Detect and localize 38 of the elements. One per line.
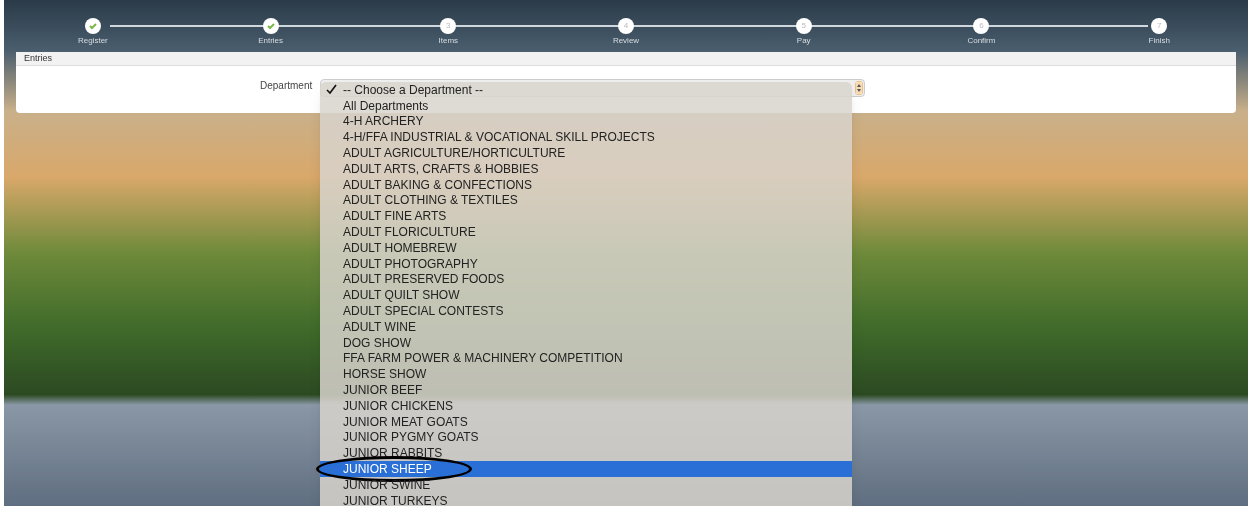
dropdown-option[interactable]: JUNIOR SWINE xyxy=(320,476,852,493)
dropdown-option[interactable]: JUNIOR MEAT GOATS xyxy=(320,413,852,430)
dropdown-option[interactable]: ADULT AGRICULTURE/HORTICULTURE xyxy=(320,145,852,161)
dropdown-option[interactable]: ADULT CLOTHING & TEXTILES xyxy=(320,192,852,209)
dropdown-option[interactable]: 4-H/FFA INDUSTRIAL & VOCATIONAL SKILL PROJECTS xyxy=(320,129,852,146)
checkmark-icon xyxy=(326,84,337,96)
dropdown-option[interactable]: ADULT BAKING & CONFECTIONS xyxy=(320,176,852,193)
dropdown-option[interactable]: ADULT HOMEBREW xyxy=(320,239,852,256)
stepper-icon xyxy=(855,81,863,95)
dropdown-option[interactable]: ADULT PHOTOGRAPHY xyxy=(320,255,852,272)
step-label: Register xyxy=(77,35,108,47)
step-label: Finish xyxy=(1148,35,1170,47)
dropdown-option[interactable]: -- Choose a Department -- xyxy=(320,82,852,98)
dropdown-option[interactable]: HORSE SHOW xyxy=(320,366,852,383)
dropdown-option[interactable]: ADULT WINE xyxy=(320,318,852,335)
dropdown-option[interactable]: 4-H ARCHERY xyxy=(320,113,852,130)
dropdown-option[interactable]: JUNIOR PYGMY GOATS xyxy=(320,429,852,446)
dropdown-option[interactable]: ADULT FLORICULTURE xyxy=(320,224,852,240)
step-label: Entries xyxy=(258,35,284,47)
dropdown-option[interactable]: ADULT PRESERVED FOODS xyxy=(320,271,852,288)
dropdown-option[interactable]: All Departments xyxy=(320,97,852,114)
dropdown-option[interactable]: JUNIOR SHEEP xyxy=(320,461,852,477)
step-label: Review xyxy=(612,35,640,47)
dropdown-option[interactable]: FFA FARM POWER & MACHINERY COMPETITION xyxy=(320,350,852,367)
dropdown-option[interactable]: JUNIOR CHICKENS xyxy=(320,397,852,414)
dropdown-option[interactable]: ADULT QUILT SHOW xyxy=(320,287,852,304)
step-label: Confirm xyxy=(967,35,996,47)
dropdown-option[interactable]: ADULT SPECIAL CONTESTS xyxy=(320,303,852,319)
dropdown-option[interactable]: DOG SHOW xyxy=(320,334,852,351)
dropdown-option[interactable]: JUNIOR RABBITS xyxy=(320,445,852,462)
dropdown-option[interactable]: JUNIOR BEEF xyxy=(320,382,852,398)
step-label: Items xyxy=(438,35,459,47)
dropdown-option[interactable]: JUNIOR TURKEYS xyxy=(320,492,852,506)
step-label: Pay xyxy=(796,35,811,47)
field-label: Department xyxy=(260,79,314,93)
panel-title: Entries xyxy=(24,51,52,65)
dropdown-option[interactable]: ADULT FINE ARTS xyxy=(320,208,852,225)
dropdown-option[interactable]: ADULT ARTS, CRAFTS & HOBBIES xyxy=(320,161,852,177)
